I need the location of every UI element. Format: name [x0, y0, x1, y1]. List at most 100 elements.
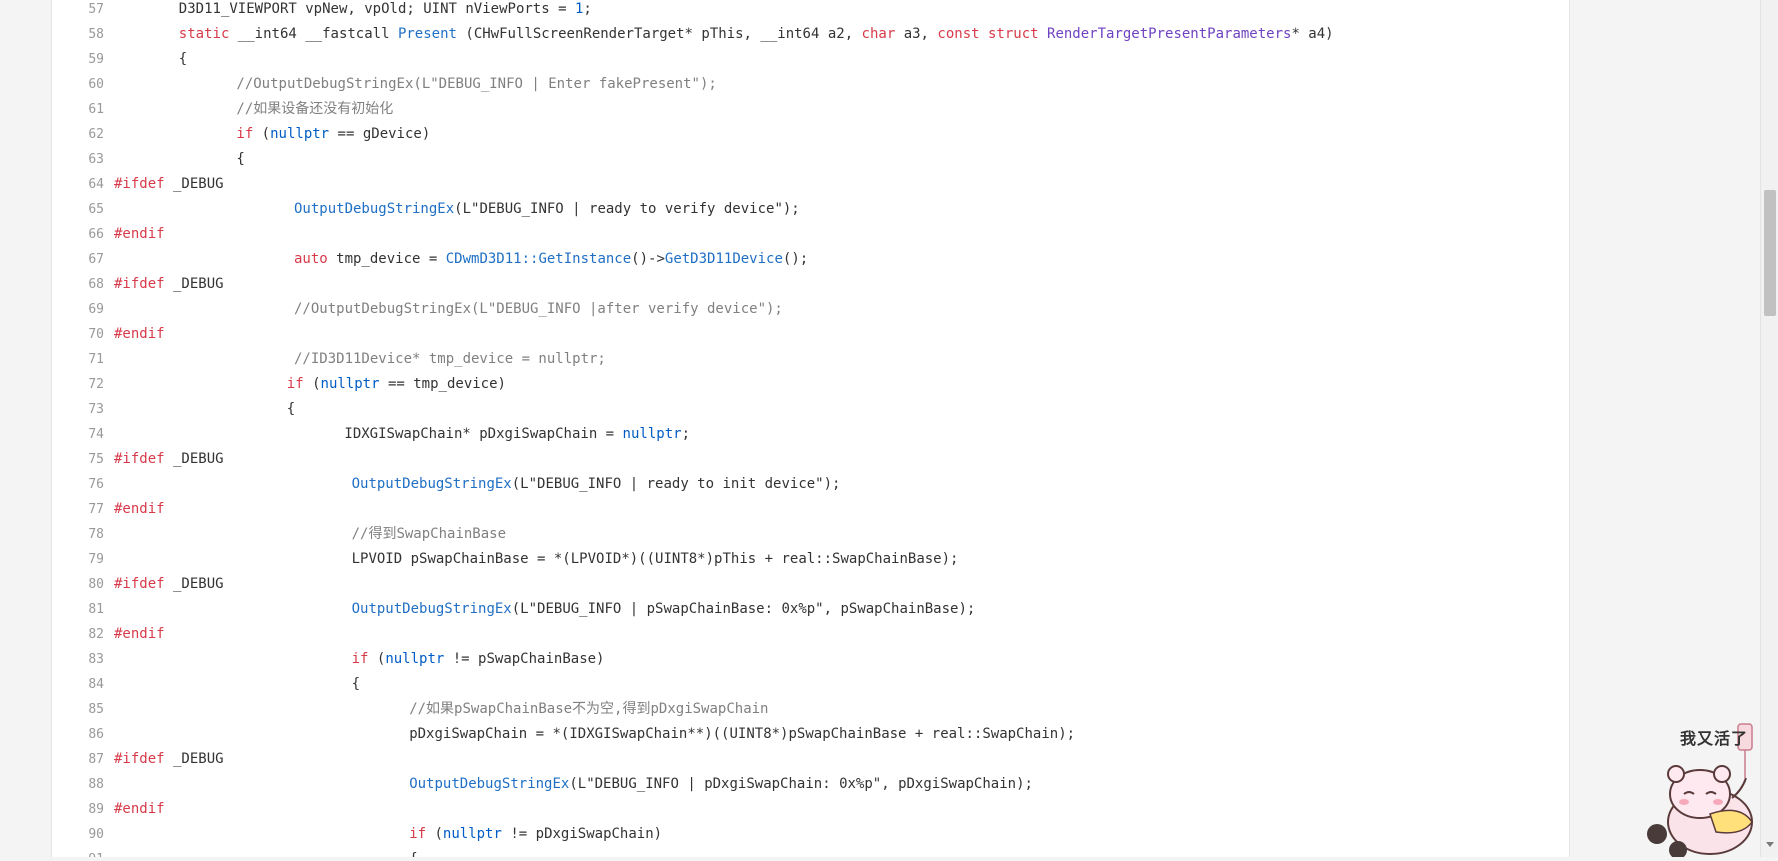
code-line: 59 {	[52, 47, 1569, 72]
code-token: GetD3D11Device	[664, 251, 783, 267]
code-text: {	[409, 847, 417, 857]
code-text: OutputDebugStringEx(L"DEBUG_INFO | pSwap…	[352, 597, 976, 622]
code-token: pDxgiSwapChain = *(IDXGISwapChain**)((UI…	[409, 726, 1076, 742]
code-token: _DEBUG	[164, 451, 224, 467]
code-line: 76 OutputDebugStringEx(L"DEBUG_INFO | rea…	[52, 472, 1569, 497]
code-block-card: 57 D3D11_VIEWPORT vpNew, vpOld; UINT nVie…	[51, 0, 1570, 857]
code-text: if (nullptr != pSwapChainBase)	[352, 647, 605, 672]
line-number: 63	[88, 152, 104, 167]
code-line: 73 {	[52, 397, 1569, 422]
code-token: ;	[583, 1, 592, 17]
code-line: 80 #ifdef _DEBUG	[52, 572, 1569, 597]
code-line: 86 pDxgiSwapChain = *(IDXGISwapChain**)((…	[52, 722, 1569, 747]
line-number: 86	[88, 727, 104, 742]
line-number: 60	[88, 77, 104, 92]
code-listing: 57 D3D11_VIEWPORT vpNew, vpOld; UINT nVie…	[52, 0, 1569, 857]
code-token: OutputDebugStringEx	[351, 476, 512, 492]
code-text: //OutputDebugStringEx(L"DEBUG_INFO |afte…	[294, 297, 783, 322]
code-token: (L"DEBUG_INFO | pDxgiSwapChain: 0x%p", p…	[569, 776, 1033, 792]
code-token: (	[303, 376, 321, 392]
code-line: 58 static __int64 __fastcall Present (CHw…	[52, 22, 1569, 47]
code-text: static __int64 __fastcall Present (CHwFu…	[179, 22, 1334, 47]
code-line: 65 OutputDebugStringEx(L"DEBUG_INFO | rea…	[52, 197, 1569, 222]
code-text: //ID3D11Device* tmp_device = nullptr;	[294, 347, 606, 372]
code-token: #endif	[114, 226, 165, 242]
code-token: {	[236, 151, 245, 167]
code-line: 74 IDXGISwapChain* pDxgiSwapChain = nullp…	[52, 422, 1569, 447]
code-line: 77 #endif	[52, 497, 1569, 522]
code-text: {	[236, 147, 244, 172]
scrollbar-thumb[interactable]	[1764, 190, 1776, 316]
code-token: {	[286, 401, 296, 417]
code-line: 90 if (nullptr != pDxgiSwapChain)	[52, 822, 1569, 847]
line-number: 69	[88, 302, 104, 317]
line-number: 75	[88, 452, 104, 467]
line-number: 85	[88, 702, 104, 717]
code-text: {	[352, 672, 360, 697]
code-text: OutputDebugStringEx(L"DEBUG_INFO | ready…	[352, 472, 841, 497]
code-text: //如果pSwapChainBase不为空,得到pDxgiSwapChain	[409, 697, 768, 722]
code-token: //ID3D11Device* tmp_device = nullptr;	[294, 351, 606, 367]
code-token: #endif	[114, 801, 165, 817]
code-token: #ifdef	[114, 576, 165, 592]
code-token: nullptr	[442, 826, 502, 842]
mascot-caption: 我又活了	[1680, 729, 1749, 748]
code-token: ;	[681, 426, 690, 442]
code-text: {	[179, 47, 187, 72]
code-token: nullptr	[385, 651, 445, 667]
code-token: == tmp_device)	[379, 376, 506, 392]
line-number: 80	[88, 577, 104, 592]
code-line: 82 #endif	[52, 622, 1569, 647]
code-token: __int64 __fastcall	[229, 26, 398, 42]
code-line: 91 {	[52, 847, 1569, 857]
line-number: 81	[88, 602, 104, 617]
code-token: (L"DEBUG_INFO | pSwapChainBase: 0x%p", p…	[511, 601, 976, 617]
code-token: auto	[294, 251, 328, 267]
code-token: OutputDebugStringEx	[294, 201, 455, 217]
code-token: a3,	[895, 26, 938, 42]
code-line: 89 #endif	[52, 797, 1569, 822]
code-line: 79 LPVOID pSwapChainBase = *(LPVOID*)((UI…	[52, 547, 1569, 572]
line-number: 78	[88, 527, 104, 542]
line-number: 62	[88, 127, 104, 142]
code-token: != pDxgiSwapChain)	[501, 826, 663, 842]
code-token: {	[178, 51, 188, 67]
code-text: #ifdef _DEBUG	[114, 572, 224, 597]
code-text: #endif	[114, 322, 165, 347]
line-number: 72	[88, 377, 104, 392]
code-text: OutputDebugStringEx(L"DEBUG_INFO | pDxgi…	[409, 772, 1033, 797]
code-line: 63 {	[52, 147, 1569, 172]
code-line: 71 //ID3D11Device* tmp_device = nullptr;	[52, 347, 1569, 372]
line-number: 68	[88, 277, 104, 292]
code-token: {	[351, 676, 361, 692]
code-token: {	[409, 851, 417, 857]
code-token: char	[861, 26, 896, 42]
code-token: if	[409, 826, 427, 842]
code-token: #ifdef	[114, 276, 165, 292]
code-text: #endif	[114, 222, 165, 247]
line-number: 83	[88, 652, 104, 667]
line-number: 76	[88, 477, 104, 492]
code-token: #ifdef	[114, 451, 165, 467]
code-token: #endif	[114, 501, 165, 517]
line-number: 57	[88, 2, 104, 17]
line-number: 84	[88, 677, 104, 692]
code-line: 85 //如果pSwapChainBase不为空,得到pDxgiSwapChain	[52, 697, 1569, 722]
line-number: 59	[88, 52, 104, 67]
line-number: 73	[88, 402, 104, 417]
code-line: 61 //如果设备还没有初始化	[52, 97, 1569, 122]
code-line: 66 #endif	[52, 222, 1569, 247]
code-line: 88 OutputDebugStringEx(L"DEBUG_INFO | pDx…	[52, 772, 1569, 797]
code-line: 83 if (nullptr != pSwapChainBase)	[52, 647, 1569, 672]
code-text: #endif	[114, 797, 165, 822]
code-token: (CHwFullScreenRenderTarget* pThis, __int…	[456, 26, 862, 42]
code-line: 62 if (nullptr == gDevice)	[52, 122, 1569, 147]
code-text: if (nullptr == gDevice)	[236, 122, 430, 147]
code-text: #ifdef _DEBUG	[114, 747, 224, 772]
line-number: 89	[88, 802, 104, 817]
code-token: (L"DEBUG_INFO | ready to init device");	[511, 476, 841, 492]
code-text: #ifdef _DEBUG	[114, 272, 224, 297]
code-token: (	[253, 126, 271, 142]
code-token: //如果设备还没有初始化	[236, 101, 394, 117]
code-text: {	[287, 397, 295, 422]
